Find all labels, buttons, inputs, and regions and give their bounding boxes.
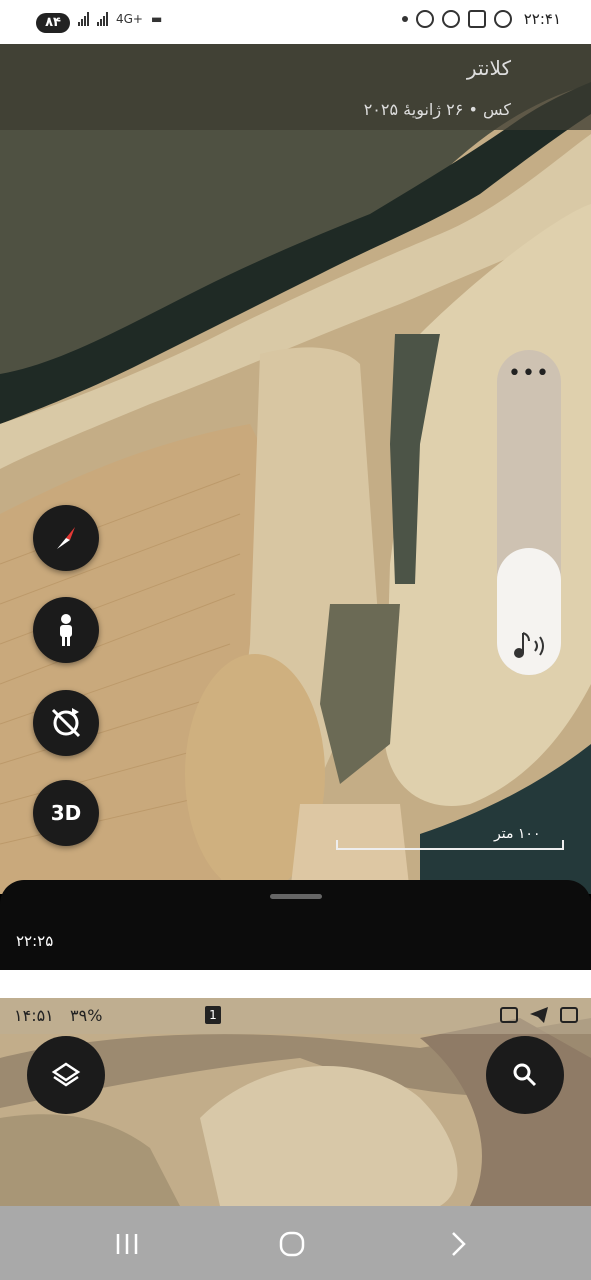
volume-level[interactable] [497,548,561,675]
second-status-bar: ۱۴:۵۱ ۳۹% 1 [0,998,591,1034]
recent-apps-icon [116,1234,138,1254]
second-battery: ۳۹% [70,1006,103,1025]
compass-icon [57,527,75,549]
location-subtitle: کس • ۲۶ ژانویهٔ ۲۰۲۵ [364,100,511,119]
divider [0,970,591,998]
status-bar: ۸۴ 4G+ ▬ ۲۲:۴۱ [0,0,591,44]
scale-bar [336,840,564,850]
telegram-icon [530,1007,548,1023]
signal-icon-2 [97,12,108,26]
sheet-time: ۲۲:۲۵ [16,932,54,950]
subtitle-date: • ۲۶ ژانویهٔ ۲۰۲۵ [363,100,478,119]
headphones-icon [493,10,512,28]
bottom-sheet[interactable]: ۲۲:۲۵ [0,880,591,970]
street-view-icon [60,614,72,646]
screenshot-icon [467,10,486,28]
3d-toggle-button[interactable]: 3D [33,780,99,846]
home-button[interactable] [272,1228,312,1260]
network-type: 4G+ [116,12,143,26]
street-view-button[interactable] [33,597,99,663]
sim-badge: 1 [205,1006,221,1024]
volume-menu-button[interactable]: ••• [497,363,561,385]
message-icon [500,1007,518,1023]
status-time: ۲۲:۴۱ [523,10,561,28]
whatsapp-icon [415,10,434,28]
volume-slider[interactable]: ••• [497,350,561,675]
3d-label: 3D [50,801,82,825]
subtitle-source: کس [482,100,511,119]
navigation-bar [0,1206,591,1280]
status-left: 4G+ ▬ [78,12,162,26]
rotation-lock-icon [51,708,81,738]
notification-count-badge: ۸۴ [36,13,70,33]
music-note-icon [514,632,544,658]
location-header: کلانتر کس • ۲۶ ژانویهٔ ۲۰۲۵ [0,44,591,130]
home-icon [279,1231,305,1257]
sheet-drag-handle[interactable] [270,894,322,899]
search-icon [513,1063,537,1087]
rotation-lock-button[interactable] [33,690,99,756]
signal-icon [78,12,89,26]
layers-button[interactable] [27,1036,105,1114]
layers-icon [51,1062,81,1087]
status-right: ۲۲:۴۱ [401,10,561,28]
chat-icon [441,10,460,28]
recent-apps-button[interactable] [107,1228,147,1260]
bed-icon: ▬ [151,12,163,26]
back-icon [452,1232,466,1256]
search-button[interactable] [486,1036,564,1114]
back-button[interactable] [438,1228,478,1260]
compass-button[interactable] [33,505,99,571]
location-title: کلانتر [466,56,511,80]
dot-icon [401,16,408,22]
gallery-icon [560,1007,578,1023]
second-status-time: ۱۴:۵۱ [14,1006,54,1025]
